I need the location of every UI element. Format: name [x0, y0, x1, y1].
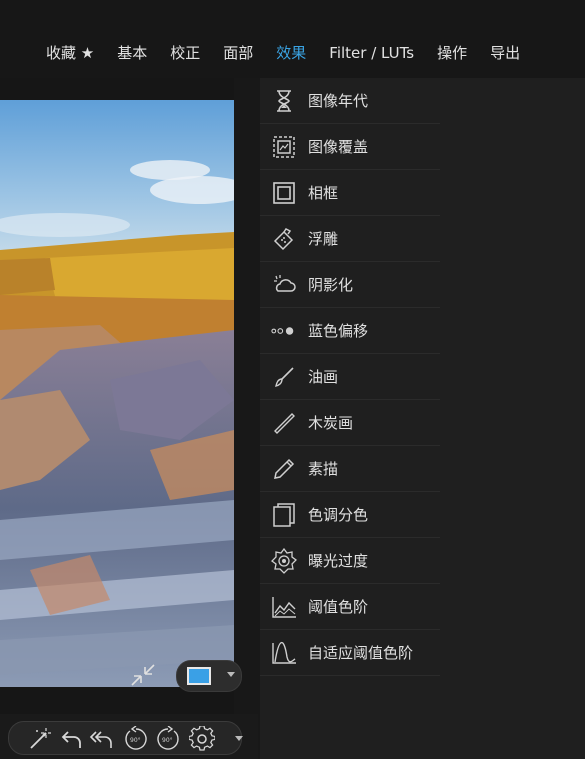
panel-gap — [234, 78, 260, 759]
undo-button[interactable] — [59, 727, 85, 751]
tab-operations[interactable]: 操作 — [437, 42, 467, 64]
hourglass-icon — [271, 88, 297, 114]
threshold-chart-icon — [271, 594, 297, 620]
settings-button[interactable] — [189, 726, 215, 751]
rotate-right-label: 90° — [162, 737, 173, 744]
menu-item-label: 木炭画 — [308, 414, 354, 432]
menu-item-emboss[interactable]: 浮雕 — [260, 216, 440, 262]
menu-item-oil-painting[interactable]: 油画 — [260, 354, 440, 400]
undo-all-icon — [89, 731, 112, 748]
magic-wand-button[interactable] — [27, 727, 53, 751]
menu-item-image-aging[interactable]: 图像年代 — [260, 78, 440, 124]
adaptive-threshold-icon — [271, 640, 297, 666]
menu-item-label: 图像年代 — [308, 92, 369, 110]
tab-face[interactable]: 面部 — [223, 42, 253, 64]
menu-item-label: 素描 — [308, 460, 339, 478]
tab-bar: 收藏 ★ 基本 校正 面部 效果 Filter / LUTs 操作 导出 — [46, 42, 543, 64]
menu-item-blue-shift[interactable]: 蓝色偏移 — [260, 308, 440, 354]
emboss-icon — [271, 226, 297, 252]
single-view-icon — [187, 667, 211, 685]
undo-all-button[interactable] — [89, 727, 115, 751]
menu-item-label: 自适应阈值色阶 — [308, 644, 414, 662]
split-tone-icon — [271, 502, 297, 528]
view-mode-dropdown[interactable] — [176, 660, 242, 692]
menu-item-threshold[interactable]: 阈值色阶 — [260, 584, 440, 630]
menu-item-label: 阈值色阶 — [308, 598, 369, 616]
photo-preview[interactable] — [0, 100, 234, 687]
tool-group: 90° 90° — [8, 721, 243, 755]
menu-item-shadow[interactable]: 阴影化 — [260, 262, 440, 308]
effects-menu: 图像年代 图像覆盖 相框 浮雕 阴影化 蓝色偏移 油画 木炭画 素描 色调分色 … — [260, 78, 585, 759]
charcoal-stick-icon — [271, 410, 297, 436]
menu-item-charcoal[interactable]: 木炭画 — [260, 400, 440, 446]
menu-item-label: 油画 — [308, 368, 339, 386]
collapse-arrows-icon — [131, 664, 155, 686]
undo-icon — [61, 731, 81, 748]
shadow-cloud-icon — [271, 272, 297, 298]
tab-basic[interactable]: 基本 — [117, 42, 147, 64]
compare-button[interactable] — [122, 658, 164, 692]
rotate-left-button[interactable]: 90° — [123, 726, 149, 751]
paint-brush-icon — [271, 364, 297, 390]
menu-item-overexposure[interactable]: 曝光过度 — [260, 538, 440, 584]
tab-effects[interactable]: 效果 — [276, 42, 306, 64]
frame-icon — [271, 180, 297, 206]
menu-item-split-tone[interactable]: 色调分色 — [260, 492, 440, 538]
menu-item-image-overlay[interactable]: 图像覆盖 — [260, 124, 440, 170]
overexposure-icon — [271, 547, 297, 574]
bottom-toolbar: 90° 90° — [0, 714, 258, 759]
menu-item-adaptive-threshold[interactable]: 自适应阈值色阶 — [260, 630, 440, 676]
tab-export[interactable]: 导出 — [490, 42, 520, 64]
menu-item-label: 色调分色 — [308, 506, 369, 524]
rotate-left-label: 90° — [130, 737, 141, 744]
menu-item-label: 阴影化 — [308, 276, 354, 294]
menu-item-label: 相框 — [308, 184, 339, 202]
menu-item-sketch[interactable]: 素描 — [260, 446, 440, 492]
menu-item-label: 蓝色偏移 — [308, 322, 369, 340]
chevron-down-icon[interactable] — [235, 736, 243, 741]
menu-item-label: 浮雕 — [308, 230, 339, 248]
magic-wand-icon — [30, 728, 51, 749]
menu-item-frame[interactable]: 相框 — [260, 170, 440, 216]
image-overlay-icon — [271, 134, 297, 160]
blue-shift-dots-icon — [271, 318, 297, 344]
top-bar: 收藏 ★ 基本 校正 面部 效果 Filter / LUTs 操作 导出 — [0, 0, 585, 78]
menu-item-label: 曝光过度 — [308, 552, 369, 570]
gear-icon — [189, 726, 215, 751]
tab-filter-luts[interactable]: Filter / LUTs — [329, 42, 414, 64]
chevron-down-icon — [227, 672, 235, 677]
pencil-icon — [271, 456, 297, 482]
rotate-right-button[interactable]: 90° — [155, 726, 181, 751]
tab-correction[interactable]: 校正 — [170, 42, 200, 64]
tab-favorites[interactable]: 收藏 ★ — [46, 42, 94, 64]
rotate-right-icon: 90° — [157, 726, 179, 750]
rotate-left-icon: 90° — [125, 726, 147, 750]
menu-item-label: 图像覆盖 — [308, 138, 369, 156]
